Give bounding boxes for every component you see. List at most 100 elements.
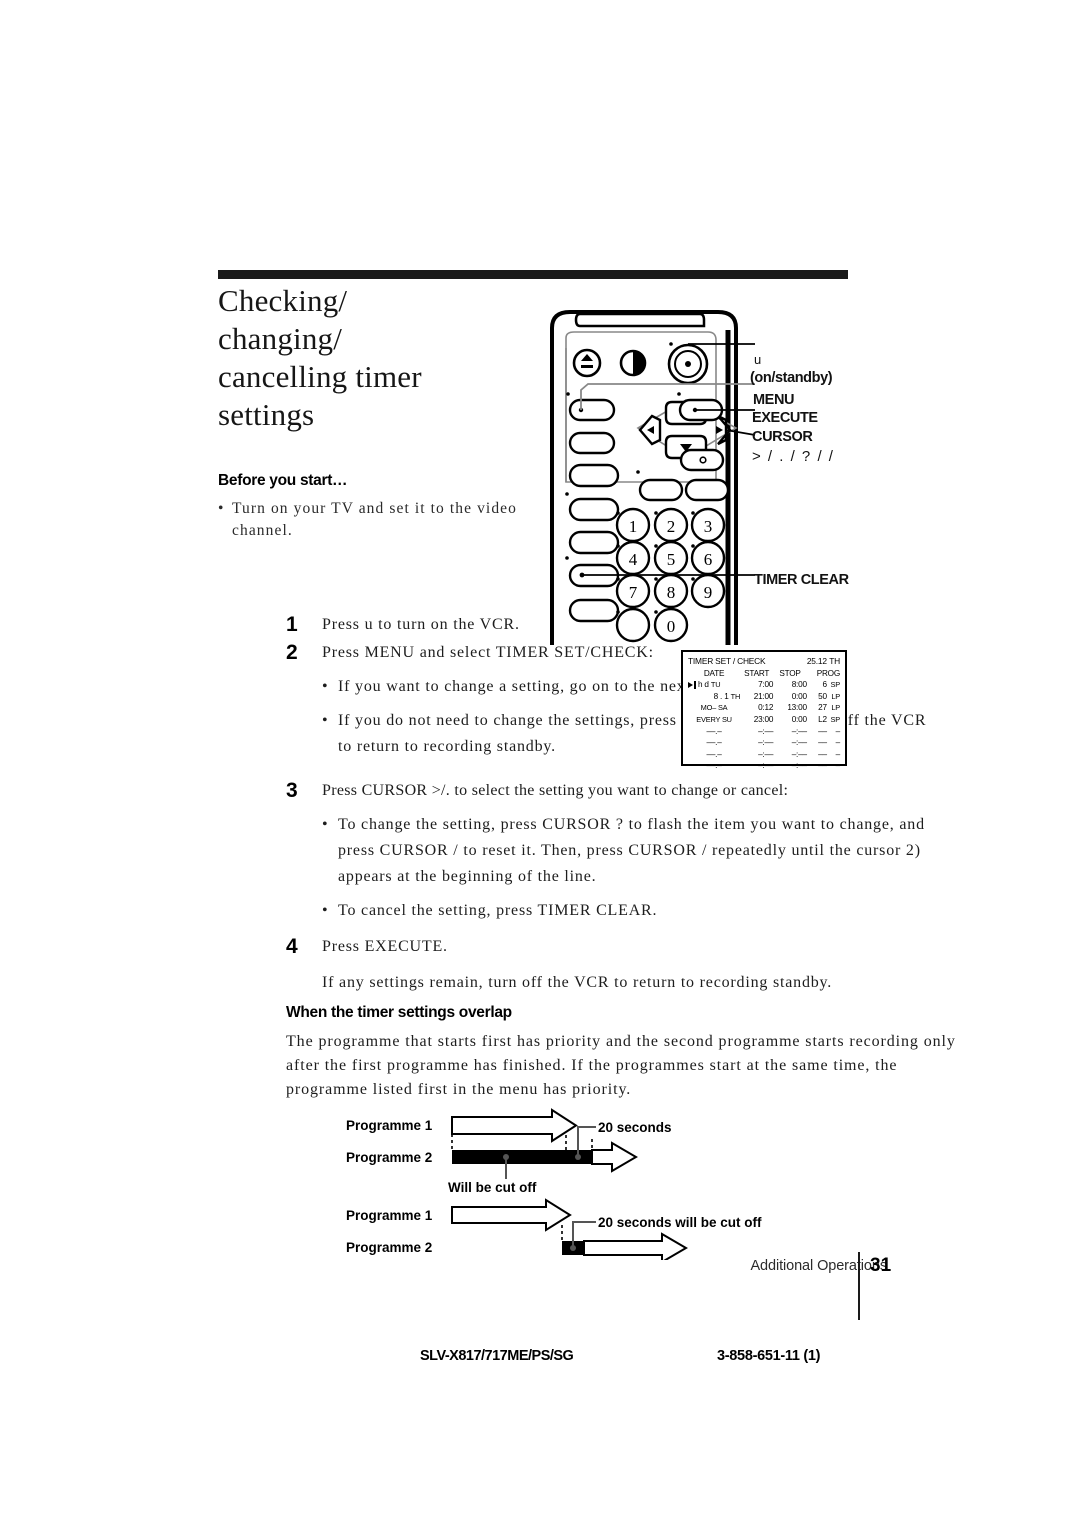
step-2-bullet-2-text: If you do not need to change the setting… [338,712,927,755]
osd-row-3-day: SU [721,714,732,724]
menu-button [568,398,616,422]
osd-row-0-date: h d [698,680,709,690]
step-3-text: Press CURSOR >/. to select the setting y… [322,782,789,799]
callout-execute: EXECUTE [752,410,818,426]
osd-timer-table: TIMER SET / CHECK 25.12 TH DATE START ST… [681,650,847,770]
osd-row-7-mode: – [835,761,841,771]
osd-current-date: 25.12 [806,656,827,666]
osd-row-3-stop: 0:00 [791,714,807,724]
before-you-start-heading: Before you start… [218,472,348,489]
eject-icon [572,348,602,378]
step-3-bullet-1-text: To change the setting, press CURSOR ? to… [338,816,925,885]
osd-row-5-date: ––.– [706,738,722,748]
overlap-heading: When the timer settings overlap [286,1004,512,1021]
osd-row-3-date: EVERY [696,714,721,724]
osd-row-4-date: ––.– [706,726,722,736]
callout-cursor: CURSOR [752,429,813,445]
svg-text:7: 7 [629,583,638,602]
osd-row-1-mode: LP [831,691,840,701]
page-title-line-2: changing/ [218,321,343,356]
table-row: EVERY SU 23:00 0:00 L2 SP [688,714,840,726]
osd-row-7-stop: –:–– [791,761,807,771]
osd-row-4-mode: – [835,726,841,736]
footer-part-number: 3-858-651-11 (1) [717,1348,821,1364]
osd-row-7-prog: –– [818,761,827,771]
osd-table: TIMER SET / CHECK 25.12 TH DATE START ST… [688,656,840,772]
osd-header-date: DATE [703,668,725,678]
osd-row-0-mode: SP [830,680,841,690]
table-row: ––.– –:–– –:–– –– – [688,737,840,749]
osd-row-6-start: –:–– [758,749,774,759]
footer-page-number: 31 [870,1255,892,1276]
step-3-number: 3 [286,779,298,802]
callout-on-standby: (on/standby) [750,370,833,386]
osd-row-1-prog: 50 [818,691,827,701]
osd-header-prog: PROG [816,668,841,678]
osd-header-start: START [744,668,770,678]
osd-row-1-date: 8 . 1 [713,691,729,701]
page-title-line-3: cancelling timer [218,359,422,394]
osd-row-0-day: TU [710,680,721,690]
page-title-line-1: Checking/ [218,283,348,318]
diagram-case1-cutoff-label: Will be cut off [448,1180,537,1195]
osd-row-2-date: MO– SA [700,703,728,713]
osd-row-2-prog: 27 [818,703,827,713]
svg-text:5: 5 [667,550,676,569]
table-row: 8 . 1 TH 21:00 0:00 50 LP [688,691,841,703]
osd-marker-icon [694,681,696,690]
diagram-case2-prog1-bar [451,1198,572,1232]
diagram-case2-prog1-label: Programme 1 [346,1208,433,1223]
callout-timer-clear: TIMER CLEAR [754,572,849,588]
osd-row-5-mode: – [835,738,841,748]
step-2-bullet-1-text: If you want to change a setting, go on t… [338,678,730,695]
osd-header-stop: STOP [779,668,801,678]
step-3: 3 Press CURSOR >/. to select the setting… [286,778,958,924]
step-1: 1 Press u to turn on the VCR. [286,612,958,638]
step-1-number: 1 [286,613,298,636]
diagram-case2-prog2-bar [583,1232,688,1260]
osd-row-7-start: –:–– [758,761,774,771]
osd-row-6-date: ––.– [706,749,722,759]
osd-row-6-mode: – [835,749,841,759]
osd-row-2-stop: 13:00 [787,703,807,713]
osd-row-5-prog: –– [818,738,827,748]
footer-section-name: Additional Operations [750,1258,887,1274]
step-2-bullet-1: • If you want to change a setting, go on… [322,674,958,700]
osd-row-5-start: –:–– [758,738,774,748]
step-4-note: If any settings remain, turn off the VCR… [322,974,833,991]
step-4-text: Press EXECUTE. [322,938,448,955]
before-you-start-bullet-text: Turn on your TV and set it to the video … [232,500,518,539]
osd-row-1-stop: 0:00 [791,691,807,701]
title-rule [218,270,848,279]
before-you-start-bullet: • Turn on your TV and set it to the vide… [218,498,538,542]
step-2: 2 Press MENU and select TIMER SET/CHECK:… [286,640,958,760]
svg-text:2: 2 [667,517,676,536]
overlap-body: The programme that starts first has prio… [286,1033,956,1098]
bullet-marker: • [322,678,329,695]
svg-text:9: 9 [704,583,713,602]
bullet-marker: • [322,816,329,833]
osd-row-4-stop: –:–– [791,726,807,736]
bullet-marker: • [218,500,224,517]
page-title-line-4: settings [218,397,315,432]
step-2-number: 2 [286,641,298,664]
osd-row-0-start: 7:00 [758,680,774,690]
osd-row-7-date: ––.– [706,761,722,771]
programme-overlap-diagram: Programme 1 Programme 2 20 seconds Will … [330,1105,830,1260]
osd-title: TIMER SET / CHECK [688,656,766,666]
osd-row-6-prog: –– [818,749,827,759]
step-2-bullet-2: • If you do not need to change the setti… [322,708,958,760]
osd-row-4-prog: –– [818,726,827,736]
osd-row-2-start: 0:12 [758,703,774,713]
bullet-marker: • [322,902,329,919]
footer-divider [858,1252,860,1320]
step-4-number: 4 [286,935,298,958]
step-3-bullet-2: • To cancel the setting, press TIMER CLE… [322,898,958,924]
step-3-bullet-1: • To change the setting, press CURSOR ? … [322,812,958,890]
diagram-case1-prog1-label: Programme 1 [346,1118,433,1133]
svg-text:8: 8 [667,583,676,602]
osd-current-day: TH [829,656,840,666]
table-row: ––.– –:–– –:–– –– – [688,760,840,772]
diagram-case1-prog2-blackbar [452,1150,592,1164]
callout-menu: MENU [753,392,795,408]
